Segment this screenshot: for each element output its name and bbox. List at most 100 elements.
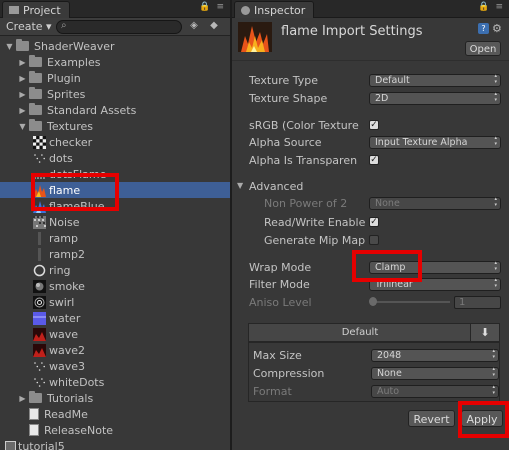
flame-texture-icon (238, 22, 272, 52)
settings-icon[interactable]: ⚙ (492, 22, 502, 35)
texture-thumbnail-icon (33, 264, 46, 276)
aniso-level-field[interactable]: 1 (454, 296, 501, 309)
tree-item-label: wave2 (49, 343, 86, 357)
asset-item-flameblue[interactable]: flameBlue (0, 198, 230, 214)
tree-item-label: Standard Assets (47, 103, 137, 117)
asset-item-dots[interactable]: dots (0, 150, 230, 166)
folder-item-standard-assets[interactable]: ▶ Standard Assets (0, 102, 230, 118)
alpha-transparency-checkbox[interactable]: ✓ (369, 155, 379, 165)
asset-item-smoke[interactable]: smoke (0, 278, 230, 294)
folder-item-shaderweaver[interactable]: ▼ ShaderWeaver (0, 38, 230, 54)
folder-item-examples[interactable]: ▶ Examples (0, 54, 230, 70)
asset-item-checker[interactable]: checker (0, 134, 230, 150)
download-icon[interactable]: ⬇ (470, 324, 499, 341)
expanded-arrow-icon[interactable]: ▼ (5, 42, 14, 51)
header-separator (232, 60, 509, 61)
tree-item-label: Examples (47, 55, 101, 69)
tree-item-label: dotsFlame (49, 167, 107, 181)
tree-item-label: Plugin (47, 71, 81, 85)
read-write-label: Read/Write Enable (264, 216, 366, 229)
platform-tab-bar: Default ⬇ (248, 323, 500, 342)
lock-icon[interactable]: 🔒 (478, 2, 489, 12)
filter-by-label-icon[interactable]: ◆ (206, 19, 222, 33)
folder-icon (29, 55, 42, 67)
texture-thumbnail-icon (33, 200, 46, 213)
aniso-slider-track[interactable] (372, 301, 450, 303)
folder-item-textures[interactable]: ▼ Textures (0, 118, 230, 134)
search-input[interactable]: ⌕ (56, 20, 182, 34)
compression-dropdown[interactable]: None (371, 367, 499, 380)
asset-item-readme[interactable]: ReadMe (0, 406, 230, 422)
advanced-foldout-icon[interactable]: ▼ (237, 181, 243, 190)
tree-item-label: smoke (49, 279, 85, 293)
open-button[interactable]: Open (465, 41, 501, 56)
menu-icon[interactable]: ≡ (216, 2, 224, 12)
collapsed-arrow-icon[interactable]: ▶ (18, 106, 27, 115)
folder-icon (16, 39, 29, 51)
texture-type-dropdown[interactable]: Default (369, 74, 501, 87)
asset-item-noise[interactable]: Noise (0, 214, 230, 230)
srgb-checkbox[interactable]: ✓ (369, 120, 379, 130)
apply-button[interactable]: Apply (461, 410, 503, 427)
tree-item-label: checker (49, 135, 93, 149)
folder-item-tutorials[interactable]: ▶ Tutorials (0, 390, 230, 406)
asset-item-ramp2[interactable]: ramp2 (0, 246, 230, 262)
project-tab[interactable]: Project (2, 1, 70, 18)
generate-mip-checkbox[interactable]: ✓ (369, 235, 379, 245)
advanced-label[interactable]: Advanced (249, 180, 303, 193)
asset-item-ramp[interactable]: ramp (0, 230, 230, 246)
folder-icon (29, 119, 42, 131)
text-document-icon (29, 424, 39, 436)
non-power-of-2-dropdown[interactable]: None (369, 197, 501, 210)
asset-item-wave[interactable]: wave (0, 326, 230, 342)
menu-icon[interactable]: ≡ (495, 2, 503, 12)
revert-button[interactable]: Revert (408, 410, 455, 427)
texture-thumbnail-icon (33, 151, 46, 165)
create-button[interactable]: Create ▾ (2, 19, 56, 34)
asset-item-flame[interactable]: flame (0, 182, 230, 198)
tree-item-label: wave3 (49, 359, 86, 373)
asset-item-whitedots[interactable]: whiteDots (0, 374, 230, 390)
lock-icon[interactable]: 🔒 (199, 2, 210, 12)
inspector-tab[interactable]: Inspector (234, 1, 315, 18)
alpha-source-label: Alpha Source (249, 136, 322, 149)
inspector-panel: Inspector 🔒 ≡ flame Import Settings ? ⚙ … (232, 0, 509, 450)
help-icon[interactable]: ? (478, 23, 489, 34)
folder-item-sprites[interactable]: ▶ Sprites (0, 86, 230, 102)
texture-thumbnail-icon (38, 247, 41, 261)
asset-item-releasenote[interactable]: ReleaseNote (0, 422, 230, 438)
text-document-icon (29, 408, 39, 420)
folder-icon (29, 391, 42, 403)
asset-item-ring[interactable]: ring (0, 262, 230, 278)
max-size-dropdown[interactable]: 2048 (371, 349, 499, 362)
tree-item-label: ShaderWeaver (34, 39, 115, 53)
format-dropdown[interactable]: Auto (371, 385, 499, 398)
expanded-arrow-icon[interactable]: ▼ (18, 122, 27, 131)
folder-icon (29, 71, 42, 83)
folder-icon (29, 87, 42, 99)
alpha-source-dropdown[interactable]: Input Texture Alpha (369, 136, 501, 149)
asset-item-dotsflame[interactable]: dotsFlame (0, 166, 230, 182)
aniso-slider-thumb[interactable] (369, 297, 377, 306)
tree-item-label: water (49, 311, 81, 325)
collapsed-arrow-icon[interactable]: ▶ (18, 394, 27, 403)
asset-item-wave3[interactable]: wave3 (0, 358, 230, 374)
collapsed-arrow-icon[interactable]: ▶ (18, 90, 27, 99)
asset-item-water[interactable]: water (0, 310, 230, 326)
tree-item-label: ReleaseNote (44, 423, 114, 437)
texture-shape-dropdown[interactable]: 2D (369, 92, 501, 105)
asset-item-wave2[interactable]: wave2 (0, 342, 230, 358)
asset-item-swirl[interactable]: swirl (0, 294, 230, 310)
project-tab-bar: Project 🔒 ≡ (0, 0, 230, 18)
folder-item-plugin[interactable]: ▶ Plugin (0, 70, 230, 86)
tree-item-label: ReadMe (44, 407, 88, 421)
asset-item-tutorial5[interactable]: tutorial5 (0, 438, 230, 450)
read-write-checkbox[interactable]: ✓ (369, 217, 379, 227)
filter-by-type-icon[interactable]: ◈ (186, 19, 202, 33)
texture-thumbnail-icon (33, 359, 46, 373)
wrap-mode-dropdown[interactable]: Clamp (369, 261, 501, 274)
platform-tab-default[interactable]: Default (249, 324, 471, 341)
filter-mode-dropdown[interactable]: Trilinear (369, 278, 501, 291)
collapsed-arrow-icon[interactable]: ▶ (18, 74, 27, 83)
collapsed-arrow-icon[interactable]: ▶ (18, 58, 27, 67)
